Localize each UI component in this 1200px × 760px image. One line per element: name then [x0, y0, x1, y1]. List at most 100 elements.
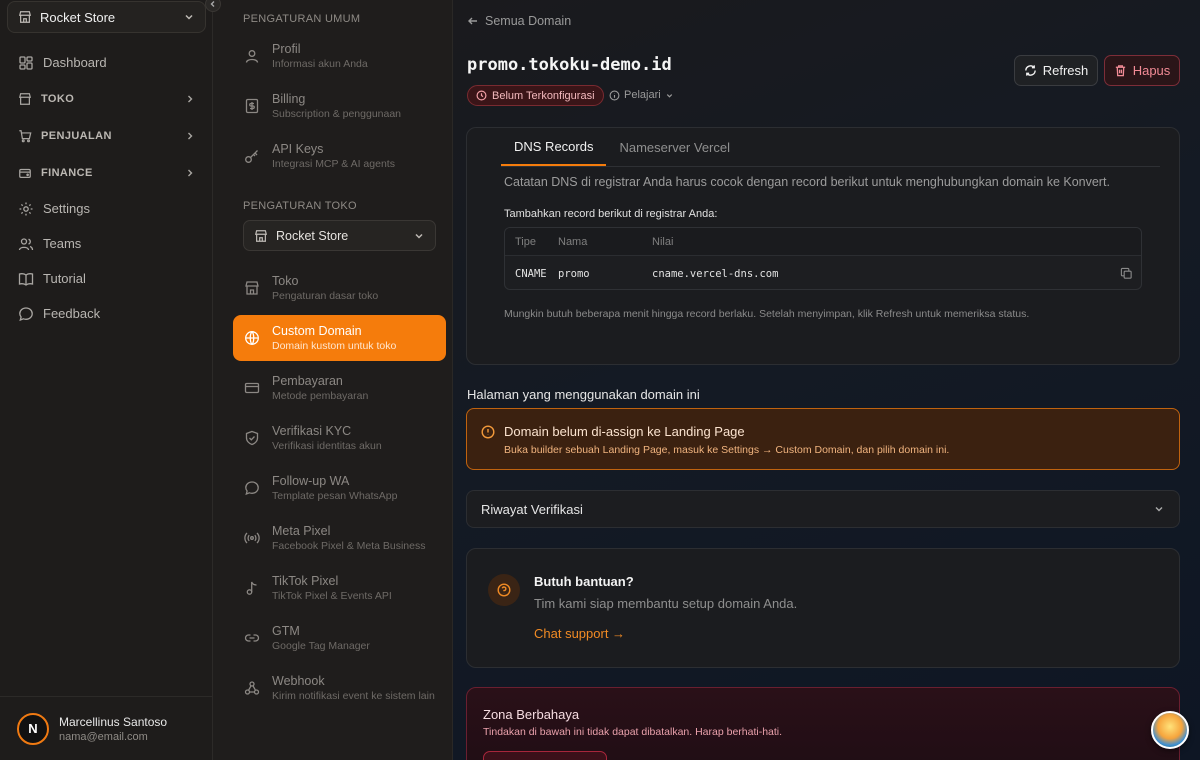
sidebar-item-teams[interactable]: Teams — [0, 226, 213, 261]
refresh-icon — [1024, 64, 1037, 77]
settings-item-subtitle: Metode pembayaran — [272, 390, 369, 402]
store-switcher[interactable]: Rocket Store — [7, 1, 206, 33]
store-icon — [18, 10, 32, 24]
settings-item-title: Toko — [272, 274, 299, 288]
copy-icon[interactable] — [1120, 267, 1133, 280]
help-title: Butuh bantuan? — [534, 574, 634, 589]
accordion-label: Riwayat Verifikasi — [481, 501, 583, 517]
broadcast-icon — [243, 530, 261, 546]
store-select-value: Rocket Store — [276, 228, 349, 243]
sidebar-item-finance[interactable]: FINANCE — [0, 154, 213, 191]
dns-card: DNS Records Nameserver Vercel Catatan DN… — [466, 127, 1180, 365]
tab-nameserver-vercel[interactable]: Nameserver Vercel — [606, 128, 743, 166]
sidebar-item-feedback[interactable]: Feedback — [0, 296, 213, 331]
delete-button[interactable]: Hapus — [1104, 55, 1180, 86]
settings-item-subtitle: Google Tag Manager — [272, 640, 370, 652]
tab-dns-records[interactable]: DNS Records — [501, 128, 607, 166]
sidebar-item-label: Teams — [43, 236, 82, 251]
dns-records-table: Tipe Nama Nilai CNAME promo cname.vercel… — [504, 227, 1142, 290]
settings-item-title: GTM — [272, 624, 300, 638]
settings-item-custom-domain[interactable]: Custom Domain Domain kustom untuk toko — [233, 315, 446, 361]
link-icon — [243, 630, 261, 646]
settings-item-title: Custom Domain — [272, 324, 362, 338]
settings-item-gtm[interactable]: GTM Google Tag Manager — [233, 615, 446, 661]
help-circle-icon — [488, 574, 520, 606]
settings-item-subtitle: Kirim notifikasi event ke sistem lain — [272, 690, 435, 702]
sidebar-item-penjualan[interactable]: PENJUALAN — [0, 117, 213, 154]
floating-avatar-button[interactable] — [1151, 711, 1189, 749]
sidebar-item-label: Feedback — [43, 306, 101, 321]
settings-item-webhook[interactable]: Webhook Kirim notifikasi event ke sistem … — [233, 665, 446, 711]
avatar: N — [17, 712, 49, 745]
tabs-divider — [501, 166, 1160, 167]
refresh-button[interactable]: Refresh — [1014, 55, 1098, 86]
settings-item-meta-pixel[interactable]: Meta Pixel Facebook Pixel & Meta Business — [233, 515, 446, 561]
column-header-type: Tipe — [515, 235, 536, 248]
dns-instruction: Tambahkan record berikut di registrar An… — [504, 208, 718, 220]
settings-item-kyc[interactable]: Verifikasi KYC Verifikasi identitas akun — [233, 415, 446, 461]
settings-item-subtitle: Integrasi MCP & AI agents — [272, 158, 395, 170]
table-row: CNAME promo cname.vercel-dns.com — [505, 256, 1141, 289]
trash-icon — [1114, 64, 1127, 77]
settings-item-title: Follow-up WA — [272, 474, 350, 488]
danger-zone: Zona Berbahaya Tindakan di bawah ini tid… — [466, 687, 1180, 760]
chevron-down-icon — [1153, 503, 1165, 515]
settings-item-api-keys[interactable]: API Keys Integrasi MCP & AI agents — [233, 133, 446, 179]
alert-circle-icon — [481, 425, 495, 439]
danger-zone-title: Zona Berbahaya — [483, 707, 580, 722]
learn-more-link[interactable]: Pelajari — [609, 89, 674, 101]
settings-item-subtitle: Template pesan WhatsApp — [272, 490, 398, 502]
sidebar-item-dashboard[interactable]: Dashboard — [0, 45, 213, 80]
user-profile[interactable]: N Marcellinus Santoso nama@email.com — [0, 696, 213, 760]
chevron-right-icon — [185, 168, 195, 178]
chevron-right-icon — [185, 131, 195, 141]
settings-item-title: Profil — [272, 42, 301, 56]
settings-item-title: Webhook — [272, 674, 325, 688]
settings-item-pembayaran[interactable]: Pembayaran Metode pembayaran — [233, 365, 446, 411]
sidebar-item-label: Settings — [43, 201, 90, 216]
column-header-name: Nama — [558, 235, 588, 248]
sidebar-item-label: Dashboard — [43, 55, 107, 70]
learn-more-label: Pelajari — [624, 89, 661, 101]
settings-item-subtitle: TikTok Pixel & Events API — [272, 590, 392, 602]
record-value: cname.vercel-dns.com — [652, 267, 779, 280]
settings-item-tiktok-pixel[interactable]: TikTok Pixel TikTok Pixel & Events API — [233, 565, 446, 611]
verification-history-accordion[interactable]: Riwayat Verifikasi — [466, 490, 1180, 528]
column-header-value: Nilai — [652, 235, 674, 248]
key-icon — [243, 148, 261, 164]
danger-action-button[interactable] — [483, 751, 607, 760]
help-text: Tim kami siap membantu setup domain Anda… — [534, 596, 798, 611]
chevron-down-icon — [665, 91, 674, 100]
chat-support-link[interactable]: Chat support → — [534, 626, 625, 641]
table-header: Tipe Nama Nilai — [505, 228, 1141, 256]
settings-item-title: Verifikasi KYC — [272, 424, 352, 438]
settings-item-subtitle: Verifikasi identitas akun — [272, 440, 382, 452]
settings-item-title: API Keys — [272, 142, 324, 156]
sidebar-item-settings[interactable]: Settings — [0, 191, 213, 226]
webhook-icon — [243, 680, 261, 696]
sidebar-item-tutorial[interactable]: Tutorial — [0, 261, 213, 296]
sidebar-item-toko[interactable]: TOKO — [0, 80, 213, 117]
settings-item-subtitle: Domain kustom untuk toko — [272, 340, 397, 352]
back-link-label: Semua Domain — [485, 14, 572, 28]
user-icon — [243, 48, 261, 64]
settings-item-follow-up-wa[interactable]: Follow-up WA Template pesan WhatsApp — [233, 465, 446, 511]
settings-item-billing[interactable]: Billing Subscription & penggunaan — [233, 83, 446, 129]
store-icon — [254, 229, 268, 243]
record-type: CNAME — [515, 267, 547, 280]
arrow-left-icon — [467, 15, 479, 27]
settings-item-profil[interactable]: Profil Informasi akun Anda — [233, 33, 446, 79]
settings-item-toko[interactable]: Toko Pengaturan dasar toko — [233, 265, 446, 311]
settings-item-title: Billing — [272, 92, 306, 106]
settings-item-title: Meta Pixel — [272, 524, 331, 538]
chevron-down-icon — [183, 11, 195, 23]
book-icon — [18, 271, 34, 287]
chevron-down-icon — [413, 230, 425, 242]
store-select[interactable]: Rocket Store — [243, 220, 436, 251]
settings-item-subtitle: Facebook Pixel & Meta Business — [272, 540, 426, 552]
chat-icon — [18, 306, 34, 322]
dns-description: Catatan DNS di registrar Anda harus coco… — [504, 175, 1110, 189]
warning-title: Domain belum di-assign ke Landing Page — [504, 424, 745, 439]
sidebar-item-label: Tutorial — [43, 271, 86, 286]
back-link[interactable]: Semua Domain — [467, 14, 571, 28]
